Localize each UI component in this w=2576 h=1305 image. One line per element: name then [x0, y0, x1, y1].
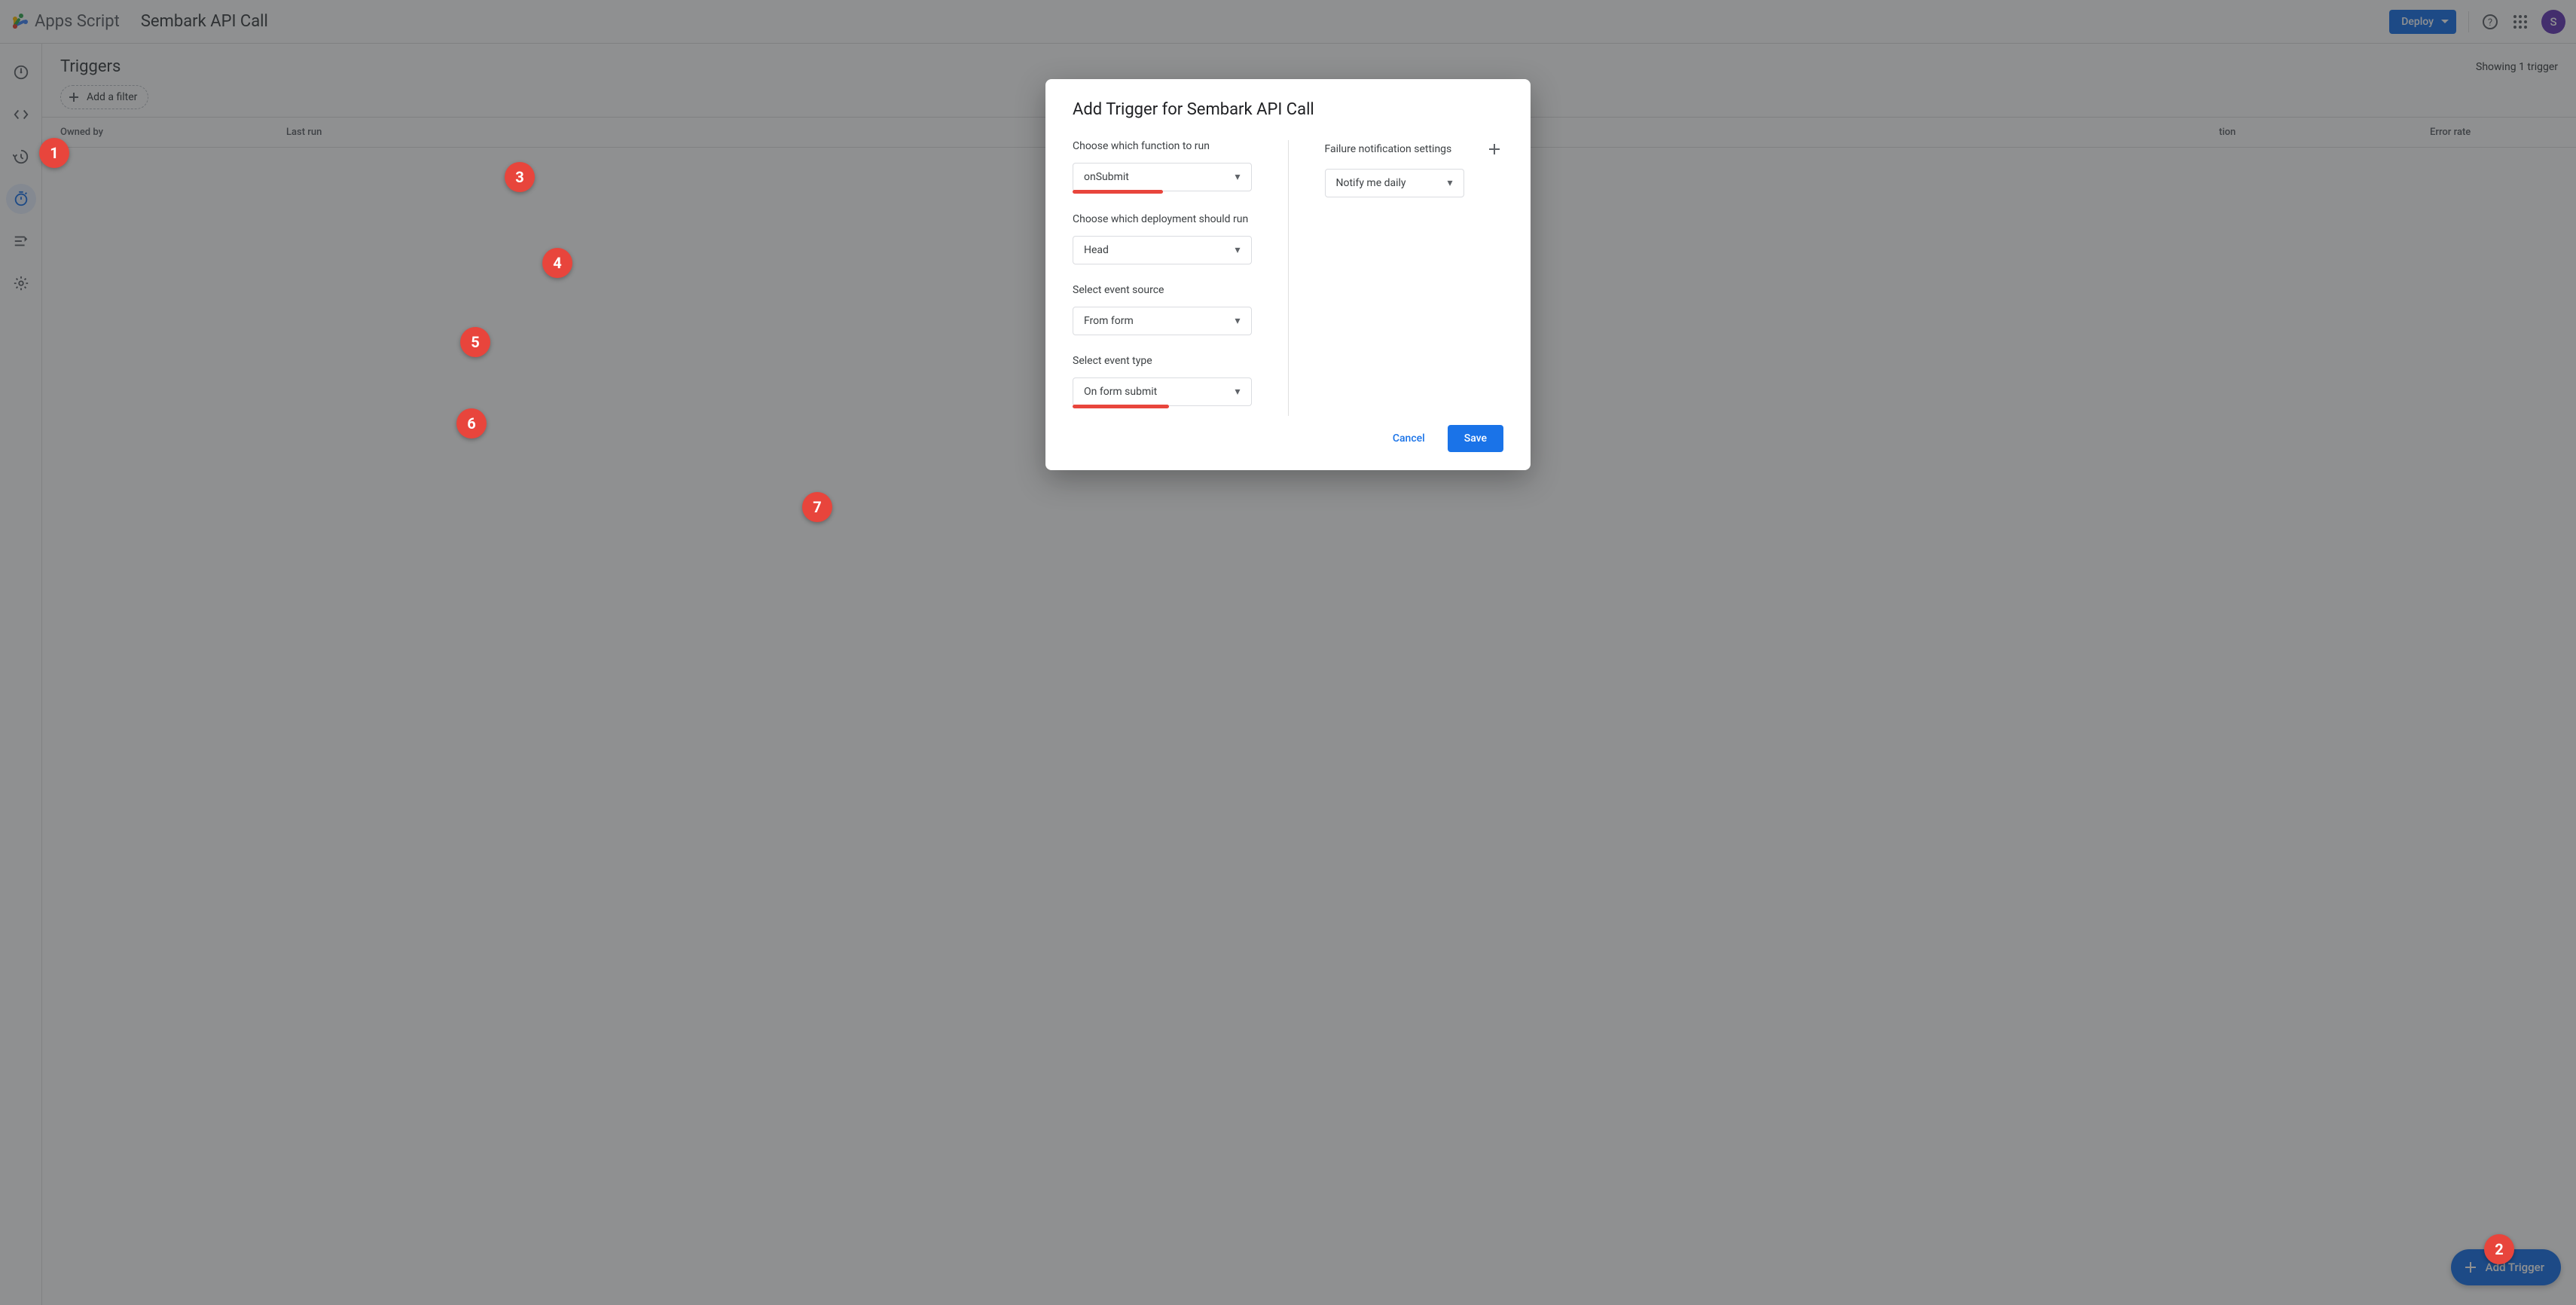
deployment-select[interactable]: Head ▾ — [1073, 236, 1252, 264]
add-notification-button[interactable] — [1485, 140, 1503, 158]
event-type-field: Select event type On form submit ▾ — [1073, 355, 1252, 408]
event-type-value: On form submit — [1084, 386, 1157, 398]
add-trigger-dialog: Add Trigger for Sembark API Call Choose … — [1045, 79, 1531, 470]
modal-overlay[interactable]: Add Trigger for Sembark API Call Choose … — [0, 0, 2576, 1305]
event-source-select[interactable]: From form ▾ — [1073, 307, 1252, 335]
function-label: Choose which function to run — [1073, 140, 1252, 152]
chevron-down-icon: ▾ — [1235, 315, 1240, 327]
function-value: onSubmit — [1084, 171, 1129, 183]
dialog-body: Choose which function to run onSubmit ▾ … — [1073, 140, 1503, 416]
event-source-field: Select event source From form ▾ — [1073, 284, 1252, 335]
function-field: Choose which function to run onSubmit ▾ — [1073, 140, 1252, 194]
event-source-label: Select event source — [1073, 284, 1252, 296]
function-select[interactable]: onSubmit ▾ — [1073, 163, 1252, 191]
chevron-down-icon: ▾ — [1235, 386, 1240, 398]
event-type-select[interactable]: On form submit ▾ — [1073, 377, 1252, 406]
notif-value: Notify me daily — [1336, 177, 1406, 189]
dialog-actions: Cancel Save — [1073, 425, 1503, 452]
deployment-value: Head — [1084, 244, 1109, 256]
notification-select[interactable]: Notify me daily ▾ — [1325, 169, 1464, 197]
event-type-label: Select event type — [1073, 355, 1252, 367]
deployment-label: Choose which deployment should run — [1073, 213, 1252, 225]
notif-header: Failure notification settings — [1325, 140, 1504, 158]
chevron-down-icon: ▾ — [1447, 177, 1452, 189]
highlight-underline — [1073, 405, 1169, 408]
dialog-title: Add Trigger for Sembark API Call — [1073, 100, 1503, 119]
save-button[interactable]: Save — [1448, 425, 1503, 452]
chevron-down-icon: ▾ — [1235, 171, 1240, 183]
deployment-field: Choose which deployment should run Head … — [1073, 213, 1252, 264]
cancel-button[interactable]: Cancel — [1381, 426, 1437, 451]
dialog-left-col: Choose which function to run onSubmit ▾ … — [1073, 140, 1288, 416]
notif-label: Failure notification settings — [1325, 143, 1452, 155]
chevron-down-icon: ▾ — [1235, 244, 1240, 256]
event-source-value: From form — [1084, 315, 1134, 327]
dialog-right-col: Failure notification settings Notify me … — [1288, 140, 1504, 416]
highlight-underline — [1073, 190, 1163, 194]
